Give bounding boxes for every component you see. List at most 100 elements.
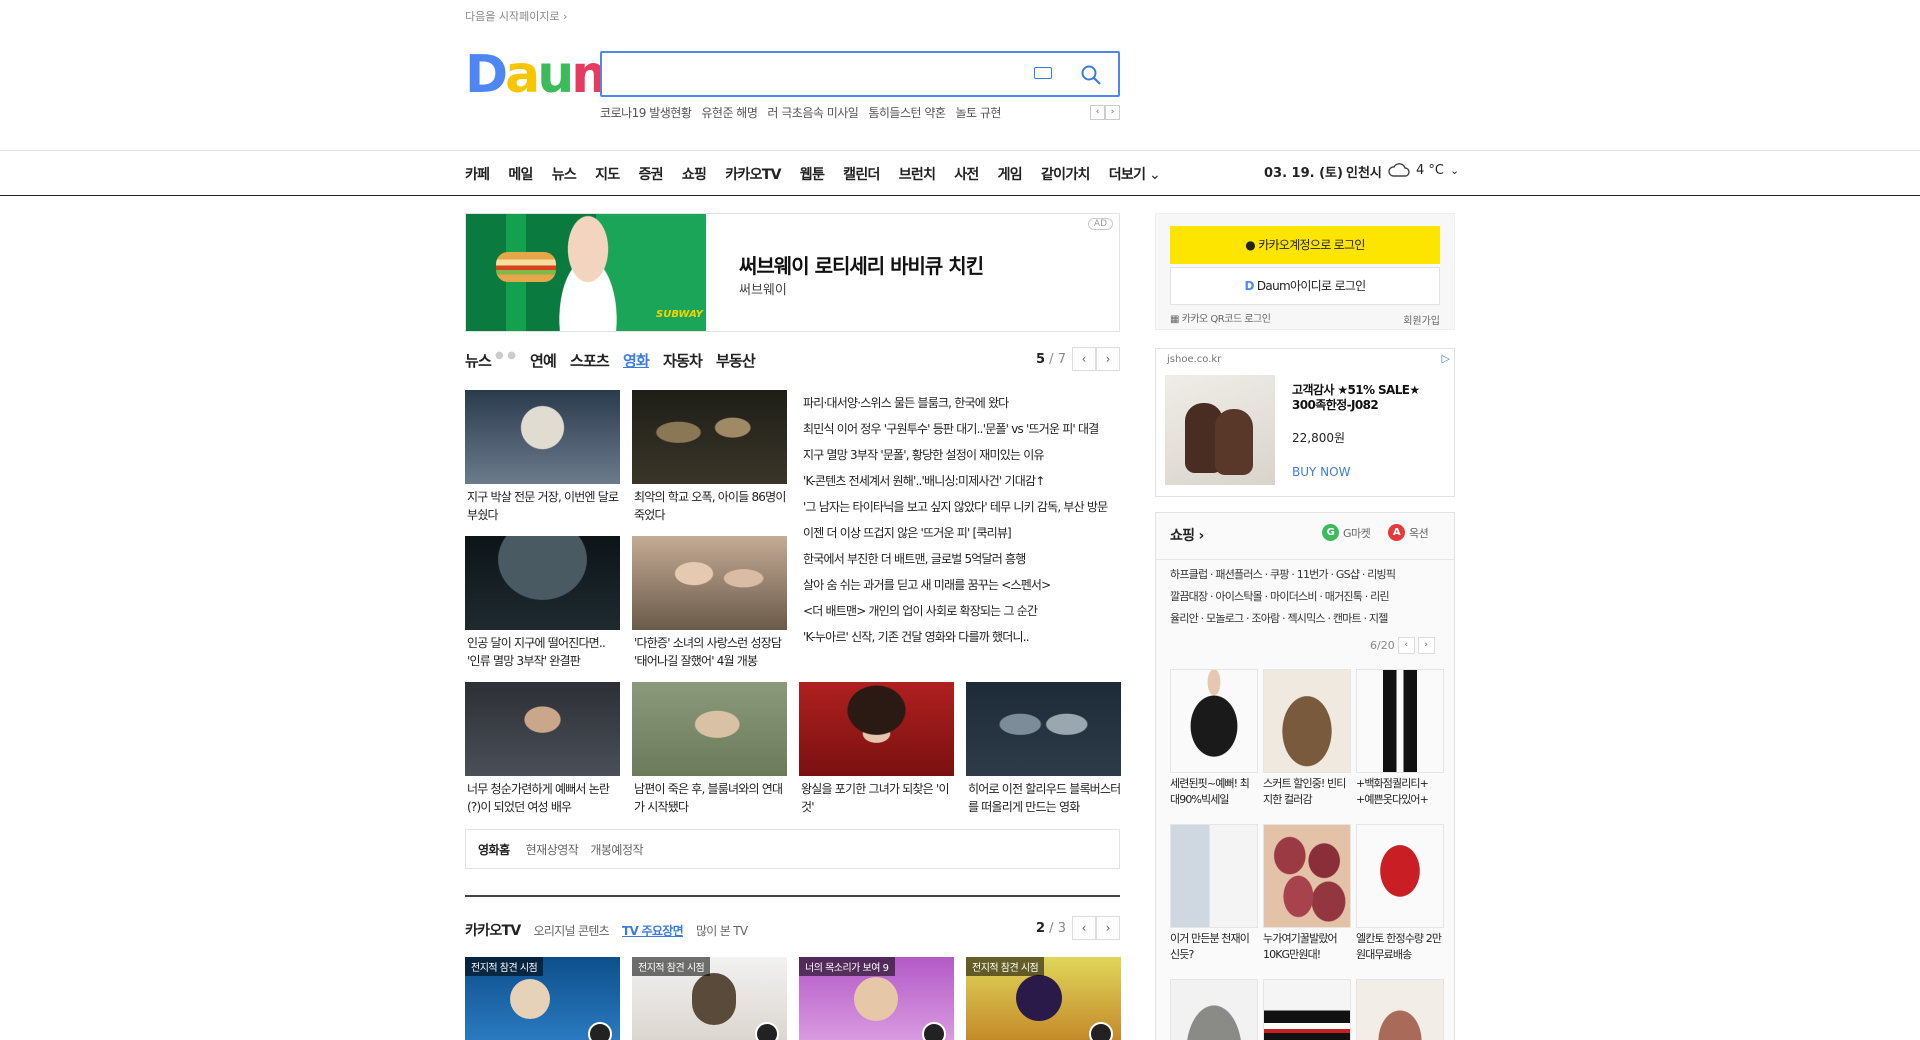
product-item[interactable]: 엘칸토 한정수량 2만원대무료배송 bbox=[1356, 824, 1444, 963]
news-thumb[interactable]: '다한증' 소녀의 사랑스런 성장담 '태어나길 잘했어' 4월 개봉 bbox=[632, 536, 787, 670]
kakaotv-title[interactable]: 카카오TV bbox=[465, 920, 521, 940]
kakaotv-thumb[interactable]: 전지적 참견 시점 bbox=[966, 957, 1121, 1040]
news-headline[interactable]: 지구 멸망 3부작 '문폴', 황당한 설정이 재미있는 이유 bbox=[803, 442, 1121, 468]
nav-calendar[interactable]: 캘린더 bbox=[843, 164, 880, 184]
product-item[interactable] bbox=[1170, 979, 1258, 1040]
trending-keyword[interactable]: 코로나19 발생현황 bbox=[600, 104, 692, 121]
news-thumb[interactable]: 너무 청순가련하게 예뻐서 논란(?)이 되었던 여성 배우 bbox=[465, 682, 620, 816]
chevron-left-icon[interactable]: ‹ bbox=[1090, 105, 1105, 120]
nav-stock[interactable]: 증권 bbox=[639, 164, 664, 184]
next-page-button[interactable]: › bbox=[1095, 916, 1120, 940]
ad-title[interactable]: 써브웨이 로티세리 바비큐 치킨 bbox=[739, 250, 984, 279]
prev-page-button[interactable]: ‹ bbox=[1071, 347, 1096, 371]
nav-kakaotv[interactable]: 카카오TV bbox=[725, 164, 781, 184]
news-headline[interactable]: 'K-콘텐츠 전세계서 원해'..'배니싱:미제사건' 기대감↑ bbox=[803, 468, 1121, 494]
nav-more[interactable]: 더보기 bbox=[1109, 164, 1160, 184]
prev-page-button[interactable]: ‹ bbox=[1071, 916, 1096, 940]
tab-sports[interactable]: 스포츠 bbox=[570, 350, 610, 371]
shopping-title[interactable]: 쇼핑 › bbox=[1170, 525, 1204, 545]
nav-shopping[interactable]: 쇼핑 bbox=[682, 164, 707, 184]
mall-links-row[interactable]: 깔끔대장 · 아이스탁몰 · 마이더스비 · 매거진톡 · 리린 bbox=[1170, 586, 1442, 608]
keyboard-icon[interactable] bbox=[1034, 67, 1052, 79]
tab-popular-tv[interactable]: 많이 본 TV bbox=[696, 922, 748, 939]
tab-movie[interactable]: 영화 bbox=[623, 350, 650, 371]
weather-city[interactable]: 인천시 bbox=[1346, 162, 1382, 181]
product-item[interactable]: 세련된핏~예뻐! 최대90%빅세일 bbox=[1170, 669, 1258, 808]
product-item[interactable]: +백화점퀄리티+ +예쁜옷다있어+ bbox=[1356, 669, 1444, 808]
trending-keyword[interactable]: 러 극초음속 미사일 bbox=[767, 104, 858, 121]
nav-dictionary[interactable]: 사전 bbox=[954, 164, 979, 184]
gmarket-link[interactable]: G G마켓 bbox=[1322, 524, 1371, 541]
product-item[interactable]: 스커트 할인중! 빈티지한 컬러감 bbox=[1263, 669, 1351, 808]
news-thumb[interactable]: 지구 박살 전문 거장, 이번엔 달로 부쉈다 bbox=[465, 390, 620, 524]
tab-car[interactable]: 자동차 bbox=[663, 350, 703, 371]
trending-keyword[interactable]: 놀토 규현 bbox=[955, 104, 1001, 121]
now-showing-link[interactable]: 현재상영작 bbox=[526, 841, 579, 858]
weather-widget[interactable]: 4 °C ⌄ bbox=[1388, 162, 1459, 178]
product-ad[interactable]: jshoe.co.kr ▷ 고객감사 ★51% SALE★ 300족한정-J08… bbox=[1155, 348, 1455, 497]
search-input[interactable] bbox=[612, 53, 1012, 95]
signup-link[interactable]: 회원가입 bbox=[1403, 312, 1440, 327]
next-page-button[interactable]: › bbox=[1095, 347, 1120, 371]
play-icon[interactable] bbox=[1089, 1022, 1113, 1040]
play-icon[interactable] bbox=[755, 1022, 779, 1040]
upcoming-link[interactable]: 개봉예정작 bbox=[590, 841, 643, 858]
qr-login-link[interactable]: ▦ 카카오 QR코드 로그인 bbox=[1170, 310, 1271, 325]
nav-together[interactable]: 같이가치 bbox=[1041, 164, 1090, 184]
chevron-down-icon[interactable]: ⌄ bbox=[1450, 164, 1459, 177]
product-image bbox=[1356, 979, 1444, 1040]
news-headline[interactable]: 파리·대서양·스위스 물든 블룸크, 한국에 왔다 bbox=[803, 390, 1121, 416]
nav-news[interactable]: 뉴스 bbox=[552, 164, 577, 184]
news-thumb[interactable]: 히어로 이전 할리우드 블록버스터를 떠올리게 만드는 영화 bbox=[966, 682, 1121, 816]
daum-login-button[interactable]: D Daum아이디로 로그인 bbox=[1170, 267, 1440, 305]
set-start-page-link[interactable]: 다음을 시작페이지로 › bbox=[465, 8, 567, 24]
buy-now-link[interactable]: BUY NOW bbox=[1292, 465, 1350, 479]
search-icon[interactable] bbox=[1080, 64, 1102, 86]
mall-links-row[interactable]: 하프클럽 · 패션플러스 · 쿠팡 · 11번가 · GS샵 · 리빙픽 bbox=[1170, 564, 1442, 586]
tab-tv-highlights[interactable]: TV 주요장면 bbox=[622, 922, 684, 939]
nav-cafe[interactable]: 카페 bbox=[465, 164, 490, 184]
nav-webtoon[interactable]: 웹툰 bbox=[800, 164, 825, 184]
next-page-button[interactable]: › bbox=[1417, 637, 1435, 654]
trending-keyword[interactable]: 유현준 해명 bbox=[701, 104, 758, 121]
product-item[interactable]: 누가여기꿀발랐어 10KG만원대! bbox=[1263, 824, 1351, 963]
news-thumb[interactable]: 남편이 죽은 후, 블룸녀와의 연대가 시작됐다 bbox=[632, 682, 787, 816]
nav-game[interactable]: 게임 bbox=[998, 164, 1023, 184]
news-thumb[interactable]: 최악의 학교 오폭, 아이들 86명이 죽었다 bbox=[632, 390, 787, 524]
news-thumb[interactable]: 왕실을 포기한 그녀가 되찾은 '이것' bbox=[799, 682, 954, 816]
chevron-right-icon[interactable]: › bbox=[1105, 105, 1120, 120]
nav-map[interactable]: 지도 bbox=[595, 164, 620, 184]
news-headline[interactable]: 살아 숨 쉬는 과거를 딛고 새 미래를 꿈꾸는 <스펜서> bbox=[803, 572, 1121, 598]
news-headline[interactable]: 최민식 이어 정우 '구원투수' 등판 대기..'문폴' vs '뜨거운 피' … bbox=[803, 416, 1121, 442]
kakaotv-thumb[interactable]: 전지적 참견 시점 bbox=[465, 957, 620, 1040]
nav-mail[interactable]: 메일 bbox=[508, 164, 533, 184]
tab-realestate[interactable]: 부동산 bbox=[716, 350, 756, 371]
mall-links-row[interactable]: 율리안 · 모놀로그 · 조아람 · 젝시믹스 · 캔마트 · 지젤 bbox=[1170, 608, 1442, 630]
adchoices-icon[interactable]: ▷ bbox=[1442, 352, 1450, 365]
product-item[interactable]: 이거 만든분 천재이신듯? bbox=[1170, 824, 1258, 963]
nav-brunch[interactable]: 브런치 bbox=[899, 164, 936, 184]
product-item[interactable] bbox=[1263, 979, 1351, 1040]
tab-news[interactable]: 뉴스 bbox=[465, 350, 492, 371]
tab-original[interactable]: 오리지널 콘텐츠 bbox=[534, 922, 610, 939]
movie-home-link[interactable]: 영화홈 bbox=[478, 841, 510, 858]
ad-banner[interactable]: SUBWAY 써브웨이 로티세리 바비큐 치킨 써브웨이 AD bbox=[465, 213, 1120, 332]
auction-link[interactable]: A 옥션 bbox=[1388, 524, 1429, 541]
daum-logo[interactable]: Daum bbox=[465, 49, 625, 101]
trending-keyword[interactable]: 톰히들스턴 약혼 bbox=[868, 104, 946, 121]
news-headline[interactable]: 이젠 더 이상 뜨겁지 않은 '뜨거운 피' [쿡리뷰] bbox=[803, 520, 1121, 546]
news-thumb[interactable]: 인공 달이 지구에 떨어진다면.. '인류 멸망 3부작' 완결판 bbox=[465, 536, 620, 670]
product-item[interactable] bbox=[1356, 979, 1444, 1040]
play-icon[interactable] bbox=[922, 1022, 946, 1040]
prev-page-button[interactable]: ‹ bbox=[1397, 637, 1415, 654]
play-icon[interactable] bbox=[588, 1022, 612, 1040]
tab-entertainment[interactable]: 연예 bbox=[530, 350, 557, 371]
kakao-login-button[interactable]: ● 카카오계정으로 로그인 bbox=[1170, 226, 1440, 264]
news-headline[interactable]: '그 남자는 타이타닉을 보고 싶지 않았다' 테무 니키 감독, 부산 방문 bbox=[803, 494, 1121, 520]
kakaotv-thumb[interactable]: 너의 목소리가 보여 9 bbox=[799, 957, 954, 1040]
kakaotv-thumb[interactable]: 전지적 참견 시점 bbox=[632, 957, 787, 1040]
news-headline[interactable]: 'K-누아르' 신작, 기존 건달 영화와 다를까 했더니.. bbox=[803, 624, 1121, 650]
news-headline[interactable]: <더 배트맨> 개인의 업이 사회로 확장되는 그 순간 bbox=[803, 598, 1121, 624]
ad-badge[interactable]: AD bbox=[1087, 218, 1113, 230]
news-headline[interactable]: 한국에서 부진한 더 배트맨, 글로벌 5억달러 흥행 bbox=[803, 546, 1121, 572]
